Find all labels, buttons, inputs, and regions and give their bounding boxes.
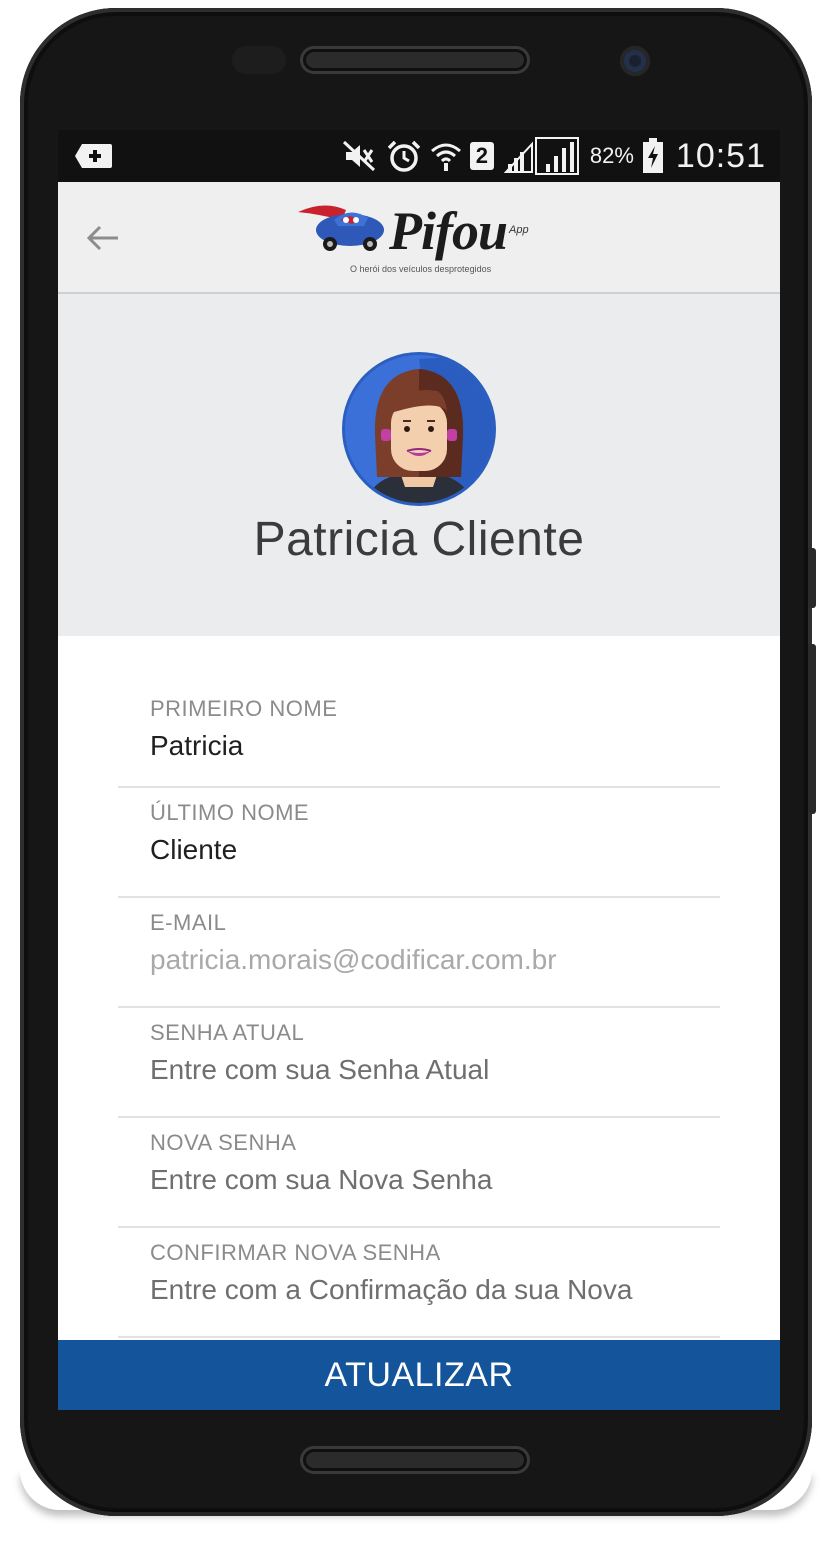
power-button bbox=[808, 548, 816, 608]
avatar[interactable] bbox=[342, 352, 496, 506]
brand-suffix: App bbox=[509, 224, 529, 236]
brand-tagline: O herói dos veículos desprotegidos bbox=[350, 264, 492, 274]
hero-car-icon bbox=[298, 205, 384, 251]
confirm-password-input[interactable]: Entre com a Confirmação da sua Nova bbox=[150, 1274, 632, 1306]
new-password-input[interactable]: Entre com sua Nova Senha bbox=[150, 1164, 492, 1196]
current-password-label: SENHA ATUAL bbox=[150, 1020, 305, 1045]
profile-header: Patricia Cliente bbox=[58, 294, 780, 636]
pifou-logo: Pifou App O herói dos veículos desproteg… bbox=[294, 194, 554, 284]
status-bar: 2 82% 10:51 bbox=[58, 130, 780, 182]
wifi-icon bbox=[430, 139, 462, 173]
woman-avatar-icon bbox=[345, 355, 493, 503]
new-password-field[interactable]: NOVA SENHA Entre com sua Nova Senha bbox=[118, 1118, 720, 1228]
back-arrow-icon[interactable] bbox=[84, 218, 124, 258]
new-password-label: NOVA SENHA bbox=[150, 1130, 297, 1155]
first-name-field[interactable]: PRIMEIRO NOME Patricia bbox=[118, 636, 720, 788]
confirm-password-field[interactable]: CONFIRMAR NOVA SENHA Entre com a Confirm… bbox=[118, 1228, 720, 1338]
phone-chin bbox=[20, 1470, 812, 1510]
first-name-label: PRIMEIRO NOME bbox=[150, 696, 338, 721]
bottom-speaker bbox=[300, 1446, 530, 1474]
screen: 2 82% 10:51 Pifou App O herói dos veícul… bbox=[58, 130, 780, 1410]
volume-button bbox=[808, 644, 816, 814]
last-name-label: ÚLTIMO NOME bbox=[150, 800, 310, 825]
update-button[interactable]: ATUALIZAR bbox=[58, 1340, 780, 1410]
front-camera-icon bbox=[620, 46, 650, 76]
profile-form: PRIMEIRO NOME Patricia ÚLTIMO NOME Clien… bbox=[118, 636, 720, 1338]
sim-badge: 2 bbox=[469, 142, 494, 170]
email-field[interactable]: E-MAIL patricia.morais@codificar.com.br bbox=[118, 898, 720, 1008]
current-password-field[interactable]: SENHA ATUAL Entre com sua Senha Atual bbox=[118, 1008, 720, 1118]
current-password-input[interactable]: Entre com sua Senha Atual bbox=[150, 1054, 489, 1086]
earpiece-speaker bbox=[300, 46, 530, 74]
vibrate-mute-icon bbox=[342, 140, 378, 172]
alarm-icon bbox=[386, 139, 422, 173]
app-bar: Pifou App O herói dos veículos desproteg… bbox=[58, 182, 780, 294]
notification-add-icon bbox=[74, 142, 114, 175]
battery-charging-icon bbox=[642, 138, 664, 174]
sensor bbox=[232, 46, 286, 74]
signal-icon bbox=[502, 136, 582, 176]
battery-percent: 82% bbox=[589, 143, 634, 168]
first-name-input[interactable]: Patricia bbox=[150, 730, 243, 762]
brand-name: Pifou bbox=[389, 201, 508, 261]
email-input[interactable]: patricia.morais@codificar.com.br bbox=[150, 944, 557, 976]
confirm-password-label: CONFIRMAR NOVA SENHA bbox=[150, 1240, 441, 1265]
clock: 10:51 bbox=[675, 136, 766, 175]
profile-name: Patricia Cliente bbox=[253, 513, 585, 566]
last-name-field[interactable]: ÚLTIMO NOME Cliente bbox=[118, 788, 720, 898]
last-name-input[interactable]: Cliente bbox=[150, 834, 237, 866]
email-label: E-MAIL bbox=[150, 910, 227, 935]
